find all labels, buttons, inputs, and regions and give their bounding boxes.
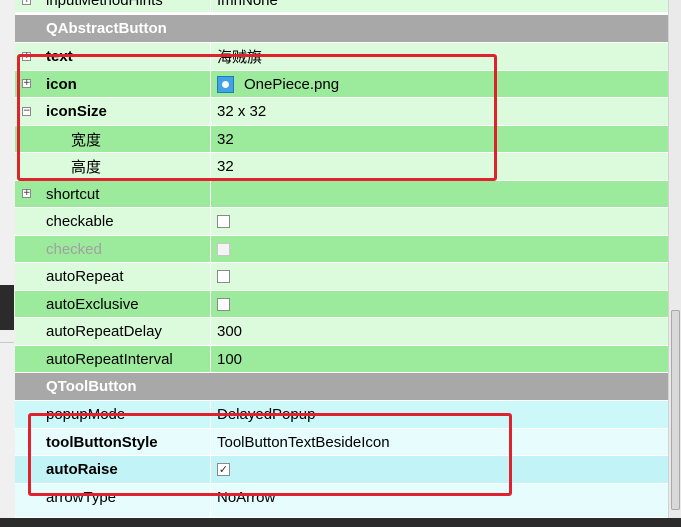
section-title: QAbstractButton	[46, 20, 167, 37]
property-row-autoRepeatInterval[interactable]: autoRepeatInterval 100	[15, 346, 668, 373]
column-divider	[210, 318, 211, 345]
checkbox-icon[interactable]	[217, 270, 230, 283]
red-highlight-box-toolbutton-properties	[28, 413, 512, 496]
checkbox-icon[interactable]	[217, 215, 230, 228]
property-row-autoRepeatDelay[interactable]: autoRepeatDelay 300	[15, 318, 668, 346]
left-separator	[0, 342, 14, 343]
property-row-autoRepeat[interactable]: autoRepeat	[15, 263, 668, 291]
property-value[interactable]	[217, 208, 230, 235]
property-value[interactable]: ImhNone	[217, 0, 278, 12]
vertical-scrollbar[interactable]	[668, 0, 681, 518]
property-name: inputMethodHints	[46, 0, 163, 9]
expand-plus-icon[interactable]: +	[22, 189, 31, 198]
left-gutter	[0, 0, 15, 527]
property-row-shortcut[interactable]: + shortcut	[15, 181, 668, 208]
column-divider	[210, 346, 211, 372]
column-divider	[210, 291, 211, 317]
property-name: checked	[46, 240, 102, 258]
section-header-qabstractbutton: QAbstractButton	[15, 15, 668, 43]
scrollbar-thumb[interactable]	[671, 310, 680, 510]
column-divider	[210, 263, 211, 290]
property-row-checkable[interactable]: checkable	[15, 208, 668, 236]
left-dark-panel	[0, 285, 14, 330]
expand-plus-icon[interactable]: +	[22, 0, 31, 5]
column-divider	[210, 208, 211, 235]
property-value	[217, 236, 230, 262]
property-row-inputMethodHints[interactable]: + inputMethodHints ImhNone	[15, 0, 668, 13]
column-divider	[210, 181, 211, 207]
column-divider	[210, 0, 211, 12]
property-name: autoRepeat	[46, 268, 124, 285]
property-name: autoRepeatDelay	[46, 323, 162, 340]
property-value[interactable]	[217, 291, 230, 317]
property-name: autoExclusive	[46, 295, 139, 313]
property-row-checked[interactable]: checked	[15, 236, 668, 263]
bottom-bar	[0, 518, 681, 527]
section-header-qtoolbutton: QToolButton	[15, 373, 668, 401]
checkbox-icon[interactable]	[217, 297, 230, 311]
property-name: autoRepeatInterval	[46, 350, 173, 368]
checkbox-icon	[217, 242, 230, 256]
property-row-autoExclusive[interactable]: autoExclusive	[15, 291, 668, 318]
red-highlight-box-icon-properties	[17, 54, 497, 181]
property-value[interactable]	[217, 263, 230, 290]
column-divider	[210, 236, 211, 262]
property-value[interactable]: 100	[217, 346, 242, 372]
property-name: checkable	[46, 213, 114, 230]
property-value[interactable]: 300	[217, 318, 242, 345]
section-title: QToolButton	[46, 378, 137, 395]
property-name: shortcut	[46, 185, 100, 203]
